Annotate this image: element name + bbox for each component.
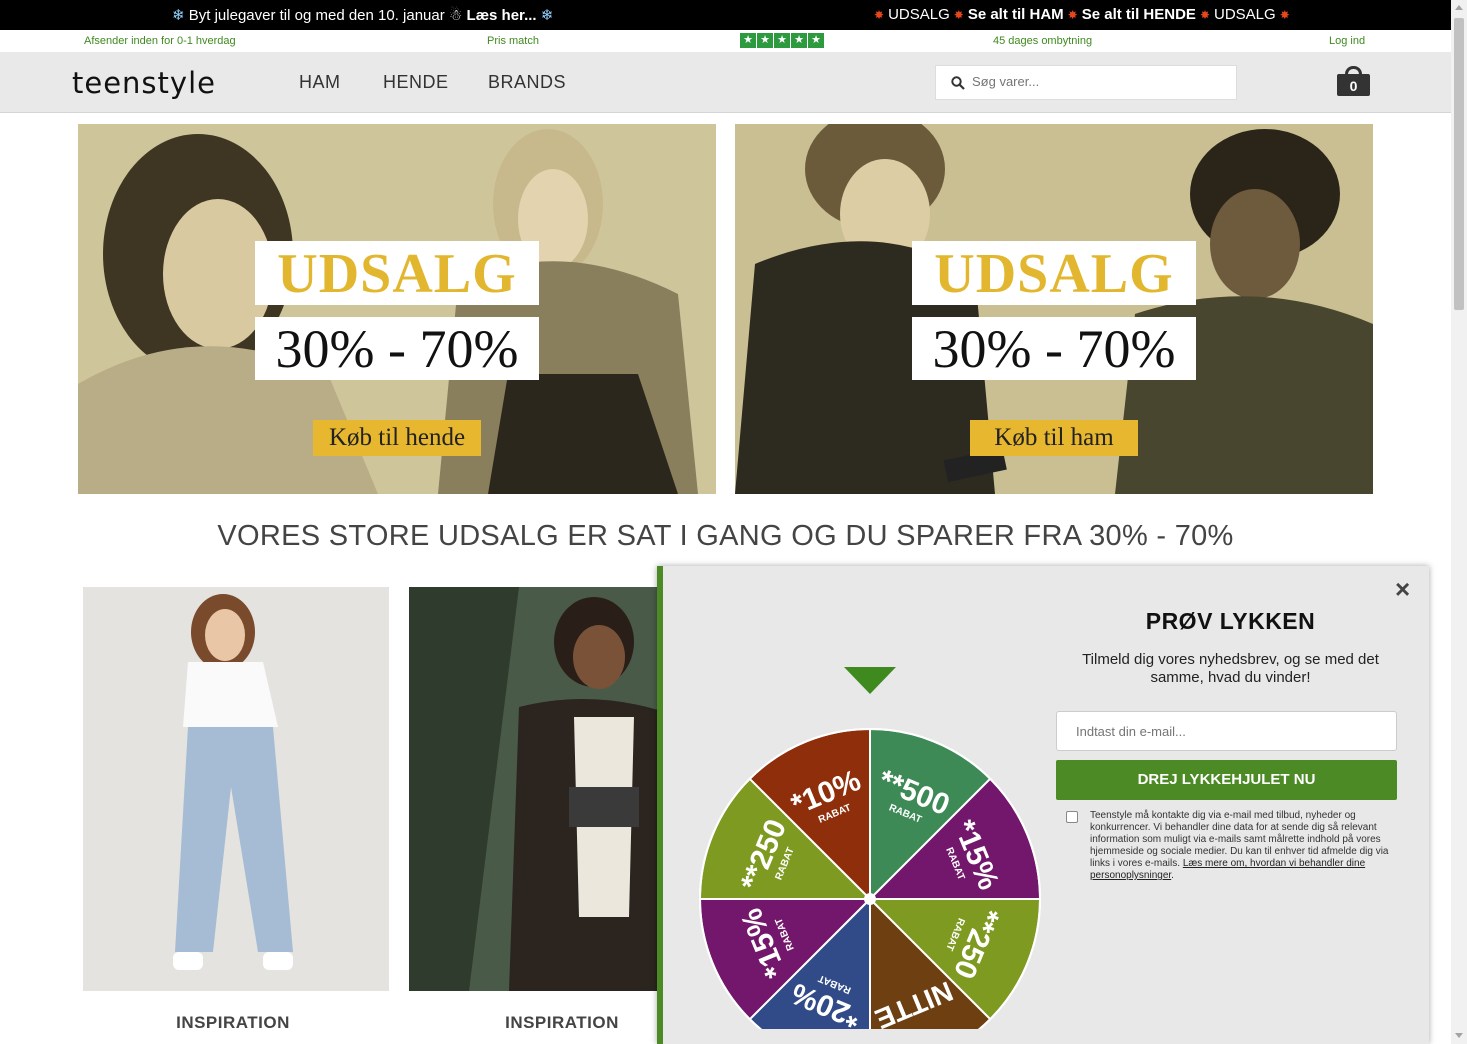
consent-checkbox[interactable] bbox=[1066, 811, 1078, 823]
email-field[interactable] bbox=[1056, 711, 1397, 751]
topbar-ham-link[interactable]: Se alt til HAM bbox=[968, 6, 1064, 23]
cart-button[interactable]: 0 bbox=[1337, 66, 1370, 96]
nav-hende[interactable]: HENDE bbox=[383, 72, 449, 93]
announcement-text: Byt julegaver til og med den 10. januar bbox=[188, 7, 445, 24]
burst-icon: ✸ bbox=[1067, 8, 1078, 22]
snowman-icon: ☃ bbox=[448, 7, 463, 24]
burst-icon: ✸ bbox=[953, 8, 964, 22]
search-input[interactable] bbox=[972, 74, 1222, 89]
snowflake-icon: ❄ bbox=[172, 7, 185, 24]
topbar-sale-link[interactable]: UDSALG bbox=[1214, 6, 1276, 23]
star-icon: ★ bbox=[757, 33, 773, 48]
search-box[interactable] bbox=[935, 65, 1237, 100]
banner-hende[interactable]: UDSALG 30% - 70% Køb til hende bbox=[78, 124, 716, 494]
prize-wheel[interactable]: **500KRRABAT*15%RABAT**250KRRABATNITTE*2… bbox=[695, 614, 1045, 1029]
banner-headline: UDSALG bbox=[912, 241, 1196, 305]
snowflake-icon: ❄ bbox=[540, 7, 554, 24]
star-icon: ★ bbox=[808, 33, 824, 48]
usp-exchange: 45 dages ombytning bbox=[993, 35, 1093, 47]
usp-price-match: Pris match bbox=[487, 35, 539, 47]
cart-count: 0 bbox=[1337, 74, 1370, 96]
inspiration-card-girl[interactable] bbox=[83, 587, 389, 991]
spin-wheel-popup: × **500KRRABAT*15%RABAT**250KRRABATNITTE… bbox=[657, 566, 1429, 1044]
login-link[interactable]: Log ind bbox=[1329, 35, 1365, 47]
topbar-sale-link[interactable]: UDSALG bbox=[888, 6, 950, 23]
usp-shipping: Afsender inden for 0-1 hverdag bbox=[84, 35, 236, 47]
popup-title: PRØV LYKKEN bbox=[1145, 608, 1316, 634]
banner-headline: UDSALG bbox=[255, 241, 539, 305]
burst-icon: ✸ bbox=[1279, 8, 1290, 22]
announcement-right: ✸ UDSALG ✸ Se alt til HAM ✸ Se alt til HENDE ✸… bbox=[870, 6, 1294, 23]
site-header: teenstyle HAM HENDE BRANDS 0 bbox=[0, 52, 1451, 113]
topbar-hende-link[interactable]: Se alt til HENDE bbox=[1082, 6, 1196, 23]
inspiration-photo-girl bbox=[83, 587, 389, 991]
page-scrollbar[interactable] bbox=[1451, 0, 1467, 1044]
shop-ham-button[interactable]: Køb til ham bbox=[970, 420, 1138, 456]
star-icon: ★ bbox=[791, 33, 807, 48]
burst-icon: ✸ bbox=[1199, 8, 1210, 22]
read-more-link[interactable]: Læs her... bbox=[467, 7, 537, 24]
shop-hende-button[interactable]: Køb til hende bbox=[313, 420, 481, 456]
nav-brands[interactable]: BRANDS bbox=[488, 72, 566, 93]
scrollbar-thumb[interactable] bbox=[1454, 18, 1464, 310]
usp-bar: Afsender inden for 0-1 hverdag Pris matc… bbox=[0, 30, 1451, 52]
consent-text: Teenstyle må kontakte dig via e-mail med… bbox=[1090, 810, 1389, 881]
star-icon: ★ bbox=[740, 33, 756, 48]
wheel-hub bbox=[864, 893, 876, 905]
banner-discount: 30% - 70% bbox=[912, 317, 1196, 380]
star-icon: ★ bbox=[774, 33, 790, 48]
spin-button[interactable]: DREJ LYKKEHJULET NU bbox=[1056, 760, 1397, 800]
announcement-bar: ❄ Byt julegaver til og med den 10. janua… bbox=[0, 0, 1451, 30]
sale-headline: VORES STORE UDSALG ER SAT I GANG OG DU S… bbox=[217, 520, 1234, 552]
scroll-down-icon[interactable] bbox=[1455, 1033, 1463, 1038]
announcement-left[interactable]: ❄ Byt julegaver til og med den 10. janua… bbox=[172, 6, 553, 24]
logo[interactable]: teenstyle bbox=[72, 66, 216, 100]
nav-ham[interactable]: HAM bbox=[299, 72, 341, 93]
trustpilot-rating[interactable]: ★ ★ ★ ★ ★ bbox=[740, 33, 824, 48]
close-icon[interactable]: × bbox=[1395, 576, 1410, 602]
wheel-pointer-icon bbox=[844, 667, 896, 694]
scroll-up-icon[interactable] bbox=[1455, 5, 1463, 10]
banner-discount: 30% - 70% bbox=[255, 317, 539, 380]
banner-ham[interactable]: UDSALG 30% - 70% Køb til ham bbox=[735, 124, 1373, 494]
page: ❄ Byt julegaver til og med den 10. janua… bbox=[0, 0, 1467, 1044]
popup-subtitle: Tilmeld dig vores nyhedsbrev, og se med … bbox=[1082, 651, 1379, 686]
search-icon bbox=[951, 76, 965, 90]
burst-icon: ✸ bbox=[874, 8, 885, 22]
card-label[interactable]: INSPIRATION bbox=[83, 1013, 383, 1033]
